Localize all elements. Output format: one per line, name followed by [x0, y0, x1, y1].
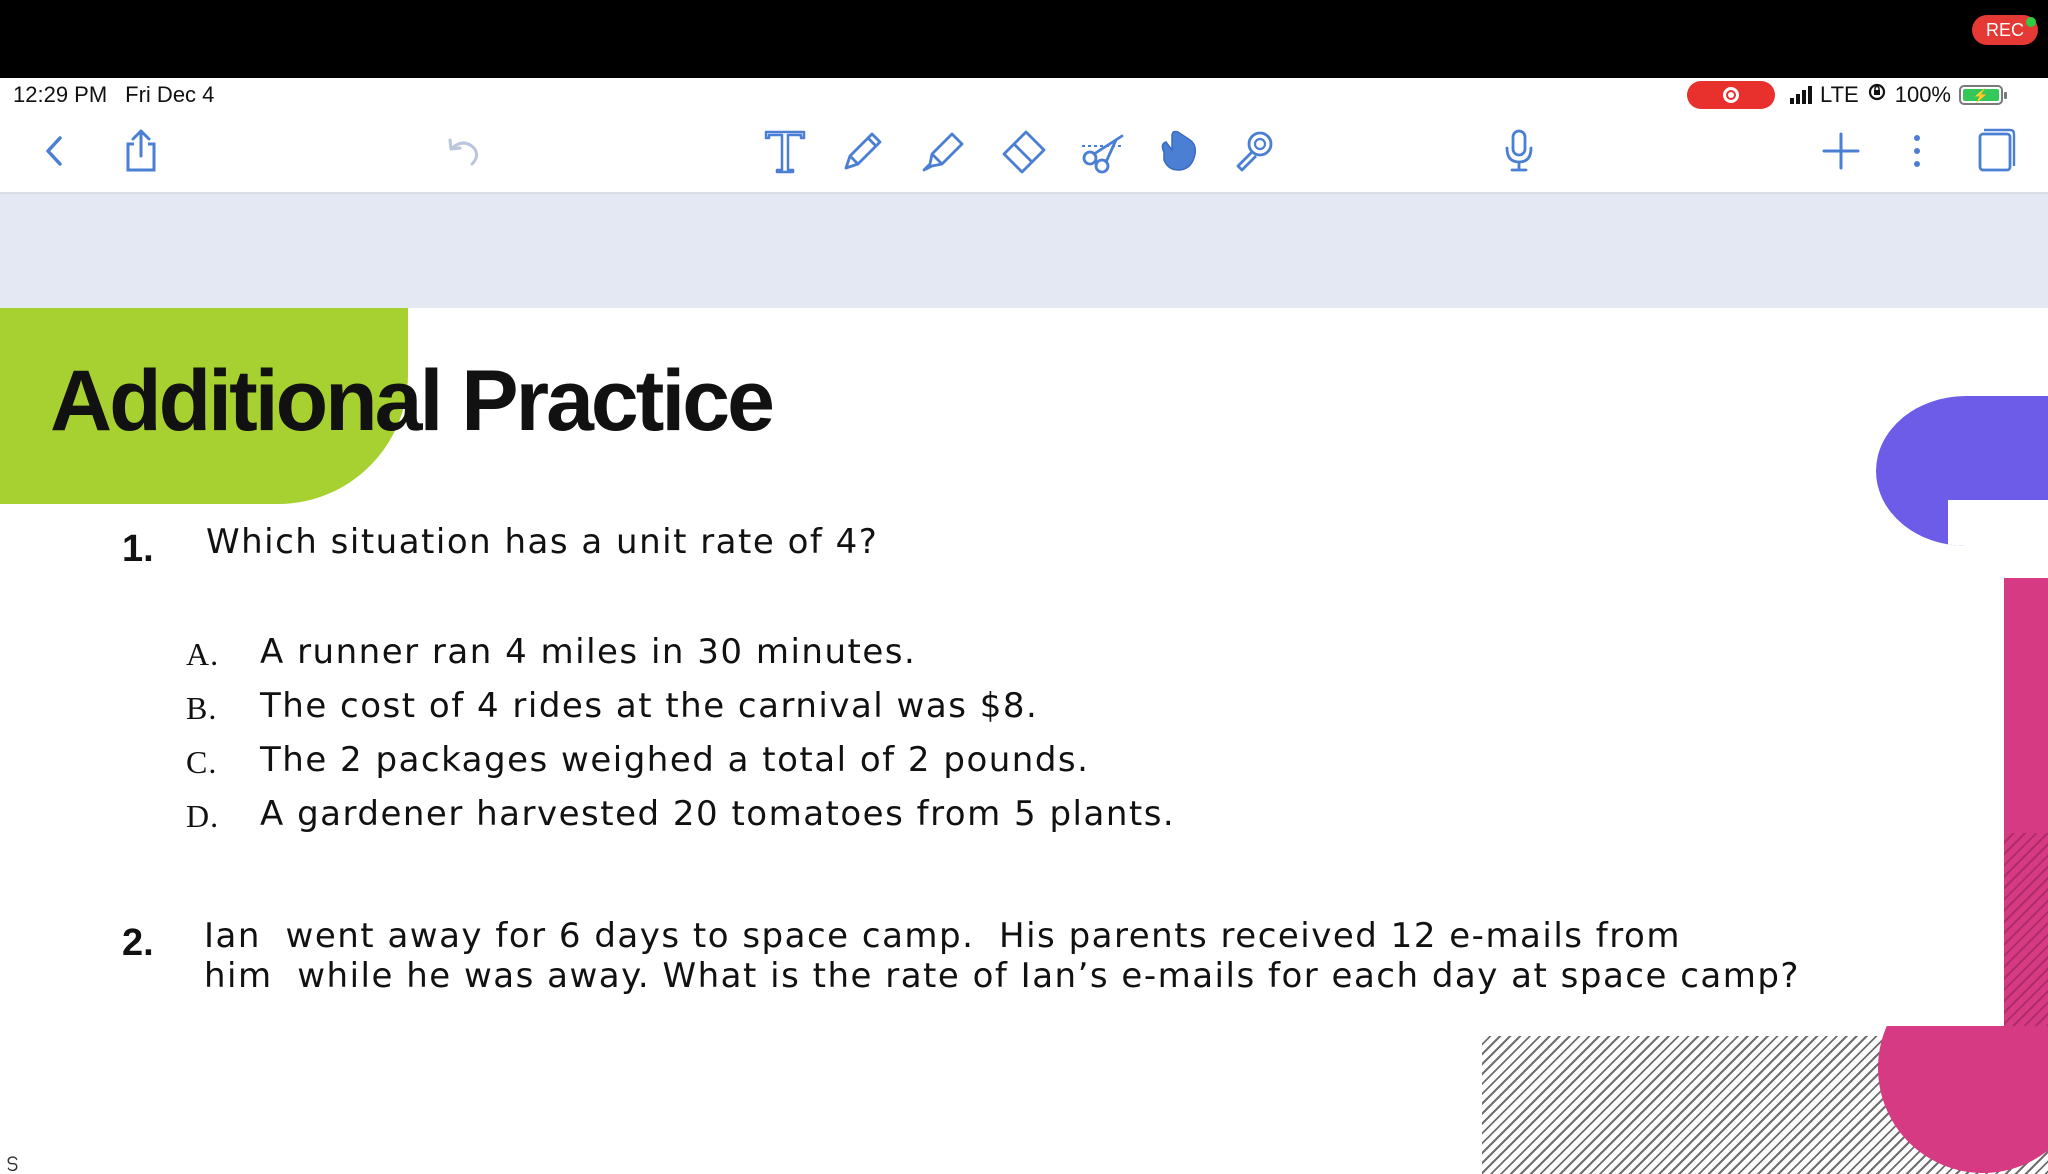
text-tool[interactable] — [756, 122, 814, 180]
share-button[interactable] — [112, 122, 170, 180]
cellular-signal-icon — [1790, 86, 1812, 104]
option-a-letter: A. — [186, 636, 220, 672]
back-icon — [46, 136, 62, 166]
screen-recording-indicator[interactable] — [1687, 81, 1775, 109]
record-icon — [1723, 87, 1739, 103]
corner-mark: ഗ — [1, 1156, 22, 1173]
undo-button[interactable] — [434, 122, 492, 180]
text-tool-icon — [764, 130, 806, 174]
app-toolbar — [0, 112, 2048, 194]
question-2-number: 2. — [122, 922, 154, 964]
question-2-line-1: Ian went away for 6 days to space camp. … — [204, 916, 1681, 956]
question-1-text: Which situation has a unit rate of 4? — [206, 522, 879, 562]
laser-pointer-icon — [1236, 131, 1273, 172]
lasso-tool[interactable] — [1074, 122, 1132, 180]
recording-bar: REC — [0, 0, 2048, 78]
battery-icon: ⚡ — [1959, 85, 2007, 105]
status-date: Fri Dec 4 — [125, 82, 215, 107]
status-datetime: 12:29 PM Fri Dec 4 — [13, 82, 214, 108]
laser-pointer-tool[interactable] — [1226, 122, 1284, 180]
battery-percent: 100% — [1894, 82, 1951, 107]
document-page[interactable]: Additional Practice 1. Which situation h… — [0, 308, 2048, 1174]
option-c-letter: C. — [186, 744, 218, 780]
option-d-text: A gardener harvested 20 tomatoes from 5 … — [260, 794, 1176, 834]
back-button[interactable] — [26, 122, 84, 180]
screen: REC 12:29 PM Fri Dec 4 LTE 100% ⚡ Additi… — [0, 0, 2048, 1174]
pages-button[interactable] — [1966, 122, 2024, 180]
question-1-number: 1. — [122, 528, 154, 570]
undo-icon — [448, 138, 479, 166]
decorative-purple-shape — [1876, 396, 2048, 546]
pen-tool-icon — [844, 132, 882, 170]
add-page-button[interactable] — [1812, 122, 1870, 180]
rec-badge[interactable]: REC — [1972, 15, 2038, 45]
share-icon — [126, 129, 156, 172]
scissors-tool-icon — [1082, 134, 1124, 174]
option-d-letter: D. — [186, 798, 220, 834]
hand-tool-icon — [1161, 130, 1197, 171]
highlighter-tool-icon — [922, 132, 964, 172]
status-bar: 12:29 PM Fri Dec 4 LTE 100% ⚡ — [0, 78, 2048, 112]
option-c-text: The 2 packages weighed a total of 2 poun… — [260, 740, 1090, 780]
option-b-text: The cost of 4 rides at the carnival was … — [260, 686, 1039, 726]
microphone-button[interactable] — [1490, 122, 1548, 180]
pages-icon — [1978, 128, 2016, 172]
status-time: 12:29 PM — [13, 82, 108, 107]
orientation-lock-icon — [1867, 82, 1887, 108]
page-gutter — [0, 194, 2048, 308]
rec-status-dot-icon — [2026, 17, 2036, 27]
network-type: LTE — [1820, 82, 1859, 107]
option-b-letter: B. — [186, 690, 218, 726]
rec-label: REC — [1985, 19, 2024, 40]
question-2-line-2: him while he was away. What is the rate … — [204, 956, 1800, 996]
eraser-tool[interactable] — [994, 122, 1052, 180]
eraser-tool-icon — [1002, 130, 1046, 174]
more-icon — [1914, 135, 1920, 167]
page-title: Additional Practice — [50, 353, 775, 449]
status-indicators: LTE 100% ⚡ — [1790, 82, 2007, 108]
add-page-icon — [1822, 132, 1860, 170]
pen-tool[interactable] — [834, 122, 892, 180]
highlighter-tool[interactable] — [914, 122, 972, 180]
microphone-icon — [1505, 129, 1533, 172]
more-options-button[interactable] — [1888, 122, 1946, 180]
option-a-text: A runner ran 4 miles in 30 minutes. — [260, 632, 917, 672]
hand-tool[interactable] — [1148, 122, 1206, 180]
